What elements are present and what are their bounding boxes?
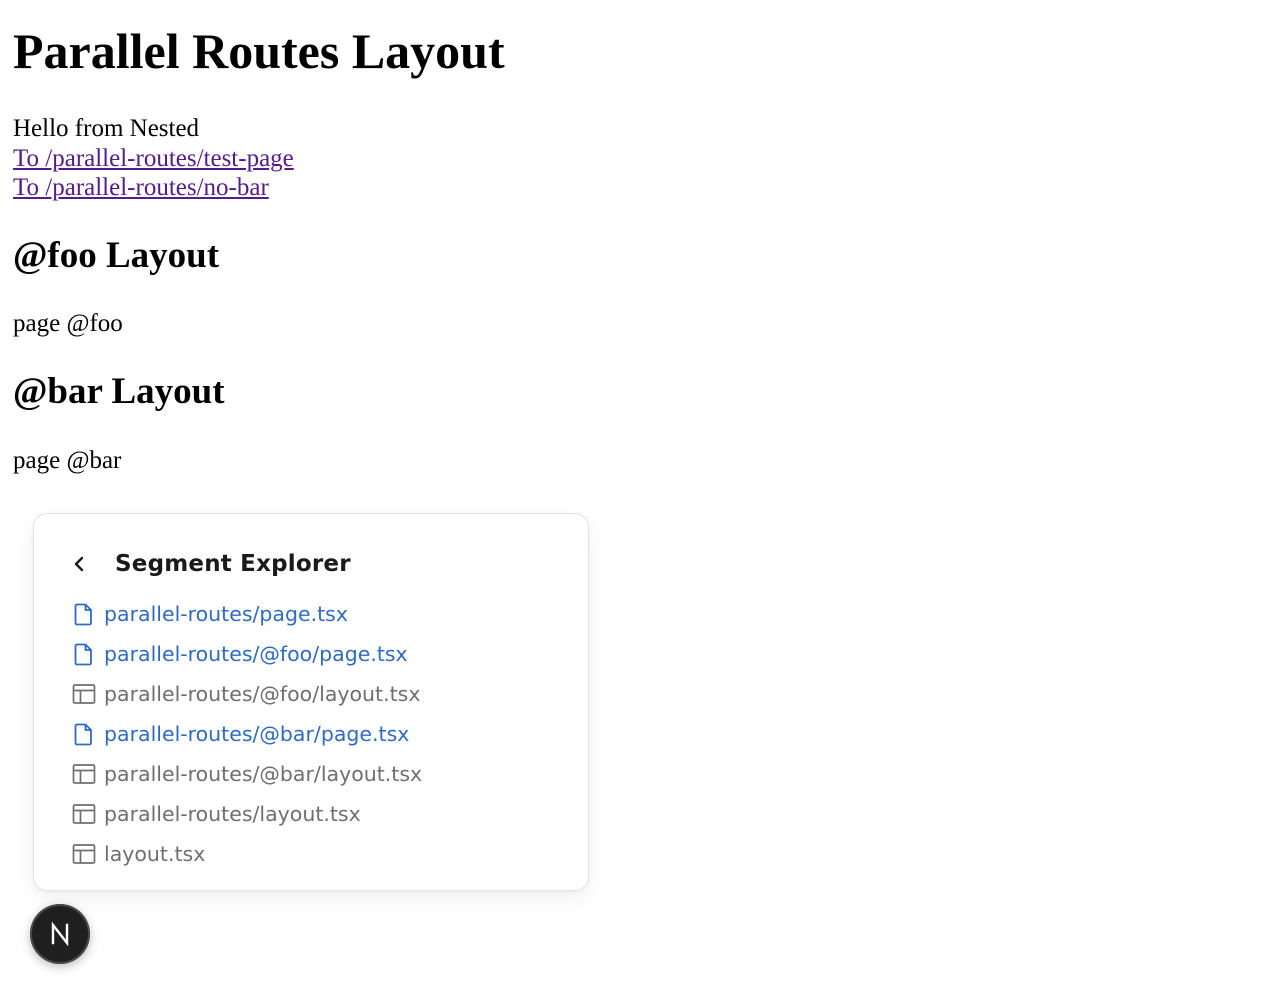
foo-layout-heading: @foo Layout — [13, 235, 220, 276]
segment-label: parallel-routes/page.tsx — [104, 602, 348, 626]
segment-item[interactable]: parallel-routes/@foo/layout.tsx — [71, 674, 422, 714]
link-test-page[interactable]: To /parallel-routes/test-page — [13, 145, 294, 172]
bar-layout-heading: @bar Layout — [13, 371, 225, 412]
page-title: Parallel Routes Layout — [13, 23, 505, 79]
layout-icon — [71, 681, 97, 707]
nextjs-dev-indicator-button[interactable] — [30, 904, 90, 964]
segment-item[interactable]: layout.tsx — [71, 834, 422, 874]
layout-icon — [71, 841, 97, 867]
layout-icon — [71, 761, 97, 787]
greeting-text: Hello from Nested — [13, 115, 200, 142]
file-icon — [71, 601, 97, 627]
link-row-test-page: To /parallel-routes/test-page — [13, 144, 294, 174]
segment-explorer-panel: Segment Explorer parallel-routes/page.ts… — [33, 513, 589, 891]
segment-item[interactable]: parallel-routes/page.tsx — [71, 594, 422, 634]
chevron-left-icon — [74, 556, 84, 572]
segment-list: parallel-routes/page.tsx parallel-routes… — [71, 594, 422, 874]
link-row-no-bar: To /parallel-routes/no-bar — [13, 173, 269, 203]
segment-label: parallel-routes/@foo/layout.tsx — [104, 682, 421, 706]
link-no-bar[interactable]: To /parallel-routes/no-bar — [13, 174, 269, 201]
segment-explorer-title: Segment Explorer — [115, 551, 351, 577]
segment-label: parallel-routes/layout.tsx — [104, 802, 361, 826]
segment-label: layout.tsx — [104, 842, 206, 866]
back-button[interactable] — [68, 544, 90, 584]
segment-item[interactable]: parallel-routes/layout.tsx — [71, 794, 422, 834]
layout-icon — [71, 801, 97, 827]
foo-page-text: page @foo — [13, 310, 123, 337]
segment-explorer-header: Segment Explorer — [68, 544, 351, 584]
segment-item[interactable]: parallel-routes/@bar/page.tsx — [71, 714, 422, 754]
bar-page-text: page @bar — [13, 447, 122, 474]
segment-label: parallel-routes/@bar/layout.tsx — [104, 762, 423, 786]
nextjs-logo-icon — [51, 922, 69, 946]
segment-item[interactable]: parallel-routes/@foo/page.tsx — [71, 634, 422, 674]
segment-label: parallel-routes/@bar/page.tsx — [104, 722, 410, 746]
segment-item[interactable]: parallel-routes/@bar/layout.tsx — [71, 754, 422, 794]
file-icon — [71, 641, 97, 667]
segment-label: parallel-routes/@foo/page.tsx — [104, 642, 408, 666]
file-icon — [71, 721, 97, 747]
